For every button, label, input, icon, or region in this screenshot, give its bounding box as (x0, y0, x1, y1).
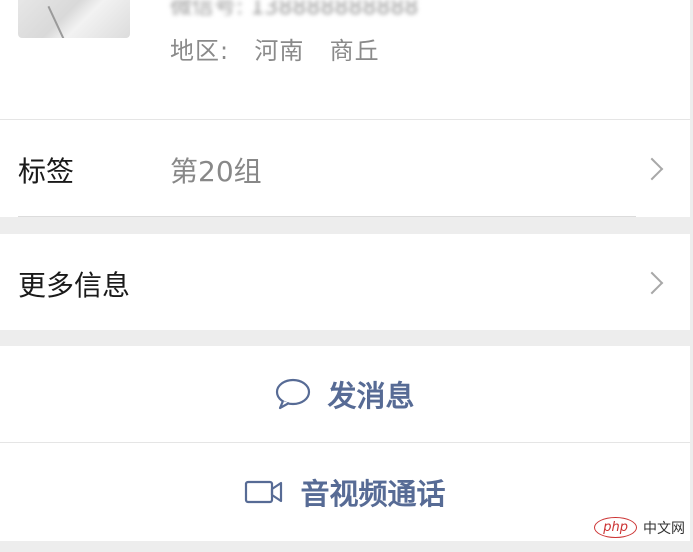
tags-label: 标签 (18, 155, 75, 188)
avatar-image (47, 0, 103, 38)
divider (18, 216, 636, 217)
tags-row[interactable]: 标签 第20组 (0, 120, 690, 217)
avatar[interactable] (18, 0, 130, 38)
contact-profile-page: 微信号: 138888888888 地区: 河南 商丘 标签 第20组 更多信息… (0, 0, 693, 552)
profile-card: 微信号: 138888888888 地区: 河南 商丘 (0, 0, 690, 119)
region-province: 河南 (254, 37, 305, 65)
region-text: 地区: 河南 商丘 (170, 31, 380, 66)
tags-value: 第20组 (170, 155, 262, 188)
send-message-button[interactable]: 发消息 (0, 346, 690, 442)
site-watermark: php 中文网 (594, 517, 685, 538)
send-message-label: 发消息 (327, 379, 415, 413)
region-label: 地区: (170, 37, 230, 65)
chat-bubble-icon (276, 378, 311, 410)
more-info-row[interactable]: 更多信息 (0, 234, 690, 330)
chevron-right-icon (640, 157, 664, 181)
wechat-id-text: 微信号: 138888888888 (170, 0, 419, 15)
watermark-text: 中文网 (643, 520, 685, 537)
php-logo: php (594, 517, 637, 538)
chevron-right-icon (640, 271, 664, 295)
more-info-label: 更多信息 (18, 269, 131, 302)
video-camera-icon (245, 480, 283, 504)
region-city: 商丘 (329, 37, 380, 65)
video-call-label: 音视频通话 (300, 477, 446, 511)
video-call-button[interactable]: 音视频通话 (0, 443, 690, 541)
